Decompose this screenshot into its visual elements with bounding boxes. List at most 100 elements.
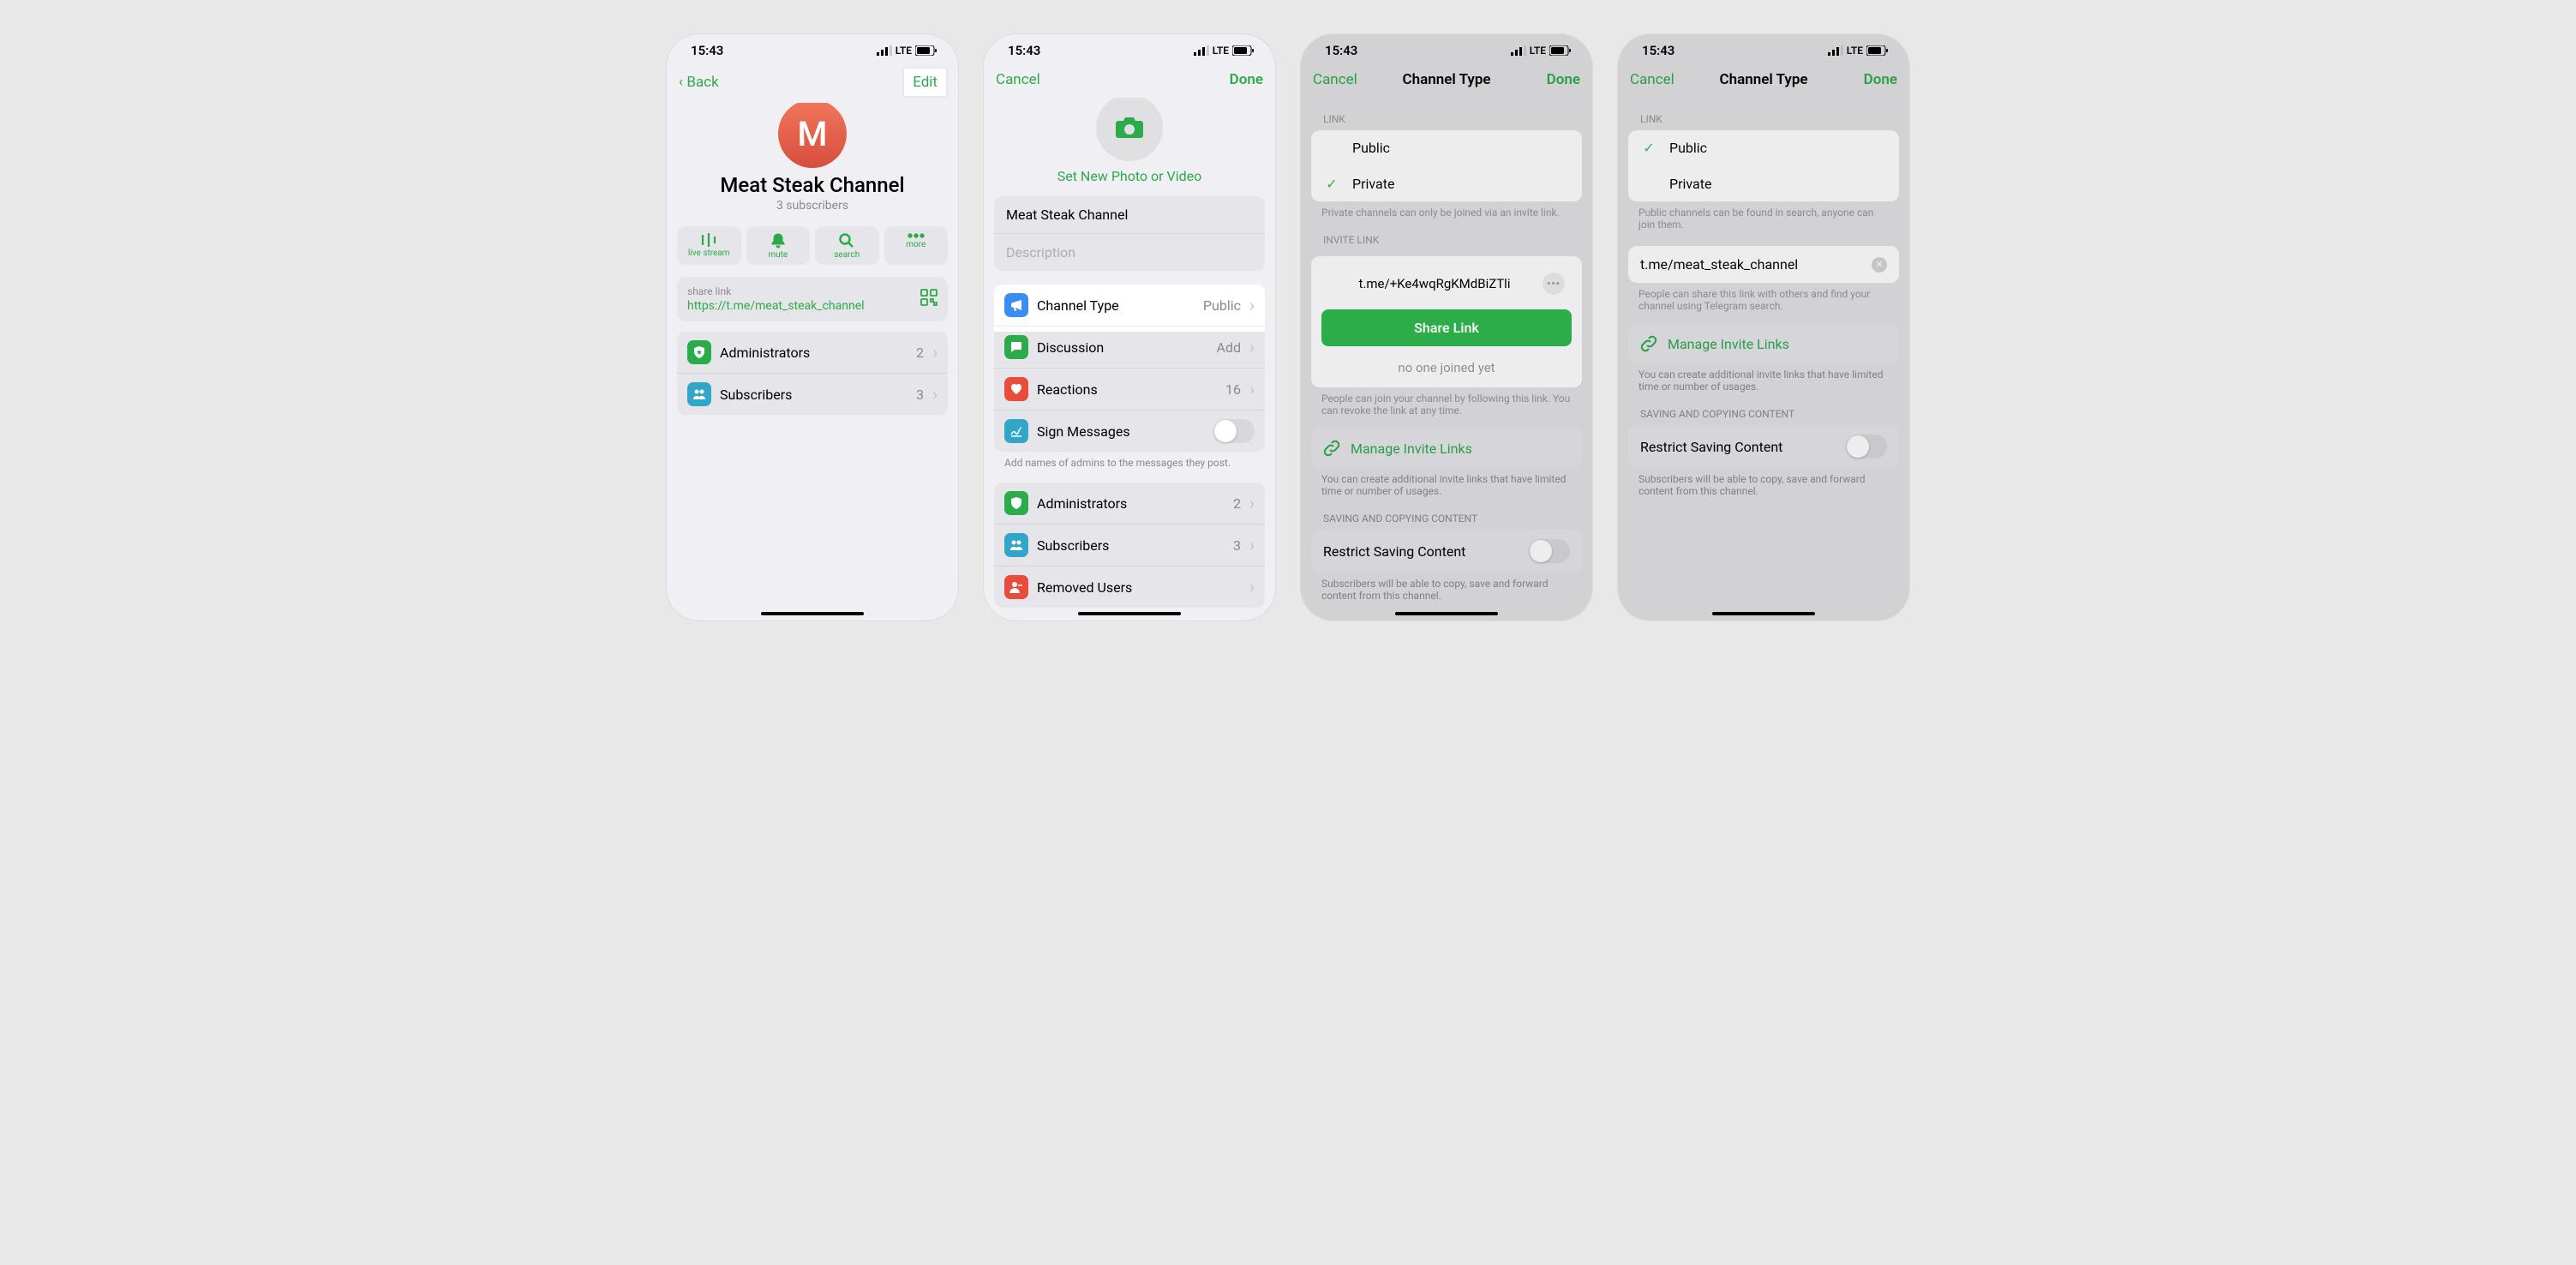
- manage-links-label: Manage Invite Links: [1351, 441, 1472, 457]
- screen-channel-info: 15:43 LTE ‹ Back Edit M Meat Steak Chann…: [667, 34, 958, 621]
- link-type-group: ✓ Public Private: [1628, 130, 1899, 201]
- restrict-saving-toggle[interactable]: [1529, 539, 1570, 563]
- private-option[interactable]: Private: [1628, 166, 1899, 201]
- public-option[interactable]: Public: [1311, 130, 1582, 166]
- invite-link-card: t.me/+Ke4wqRgKMdBiZTli ••• Share Link no…: [1311, 256, 1582, 387]
- public-option[interactable]: ✓ Public: [1628, 130, 1899, 166]
- chevron-right-icon: ›: [1249, 339, 1255, 356]
- network-label: LTE: [1213, 45, 1229, 57]
- status-time: 15:43: [691, 43, 723, 58]
- reactions-row[interactable]: Reactions 16 ›: [994, 369, 1265, 411]
- subscriber-count: 3 subscribers: [667, 199, 958, 213]
- shield-icon: [1004, 491, 1028, 515]
- subscribers-count: 3: [916, 387, 924, 403]
- invite-note: People can join your channel by followin…: [1321, 393, 1572, 417]
- name-field[interactable]: Meat Steak Channel: [994, 196, 1265, 234]
- more-button[interactable]: more: [884, 226, 949, 265]
- manage-note: You can create additional invite links t…: [1638, 369, 1889, 393]
- chevron-right-icon: ›: [1249, 297, 1255, 314]
- invite-section-header: INVITE LINK: [1301, 219, 1592, 251]
- status-indicators: LTE: [1828, 45, 1889, 57]
- back-button[interactable]: ‹ Back: [679, 74, 719, 91]
- public-label: Public: [1669, 140, 1707, 156]
- network-label: LTE: [1530, 45, 1546, 57]
- link-type-group: Public ✓ Private: [1311, 130, 1582, 201]
- chevron-right-icon: ›: [1249, 537, 1255, 554]
- administrators-count: 2: [916, 345, 924, 361]
- removed-users-label: Removed Users: [1037, 579, 1241, 596]
- subscribers-count: 3: [1233, 537, 1241, 554]
- channel-avatar[interactable]: M: [778, 103, 847, 168]
- more-icon: [908, 233, 925, 238]
- subscribers-row[interactable]: Subscribers 3 ›: [994, 525, 1265, 567]
- private-note: Private channels can only be joined via …: [1321, 207, 1572, 219]
- check-icon: ✓: [1323, 176, 1340, 192]
- battery-icon: [915, 45, 938, 56]
- status-time: 15:43: [1008, 43, 1040, 58]
- livestream-label: live stream: [688, 249, 730, 258]
- heart-icon: [1004, 377, 1028, 401]
- status-bar: 15:43 LTE: [667, 34, 958, 63]
- network-label: LTE: [896, 45, 912, 57]
- settings-group: Channel Type Public › Discussion Add › R…: [994, 285, 1265, 452]
- cancel-button[interactable]: Cancel: [1630, 71, 1674, 88]
- restrict-saving-toggle[interactable]: [1846, 435, 1887, 459]
- status-time: 15:43: [1642, 43, 1674, 58]
- status-time: 15:43: [1325, 43, 1357, 58]
- photo-placeholder[interactable]: [1096, 98, 1163, 161]
- restrict-note: Subscribers will be able to copy, save a…: [1638, 473, 1889, 497]
- members-group: Administrators 2 › Subscribers 3 ›: [677, 332, 948, 415]
- channel-type-row[interactable]: Channel Type Public ›: [994, 285, 1265, 327]
- mute-label: mute: [768, 250, 788, 260]
- restrict-saving-label: Restrict Saving Content: [1323, 543, 1465, 560]
- mute-button[interactable]: mute: [746, 226, 811, 265]
- administrators-row[interactable]: Administrators 2 ›: [677, 332, 948, 374]
- saving-section-header: SAVING AND COPYING CONTENT: [1301, 497, 1592, 530]
- sign-messages-row[interactable]: Sign Messages: [994, 411, 1265, 452]
- search-button[interactable]: search: [815, 226, 879, 265]
- reactions-value: 16: [1225, 381, 1241, 398]
- qr-icon[interactable]: [920, 289, 938, 306]
- administrators-row[interactable]: Administrators 2 ›: [994, 483, 1265, 525]
- edit-button[interactable]: Edit: [904, 69, 946, 96]
- done-button[interactable]: Done: [1230, 71, 1263, 88]
- share-link-button[interactable]: Share Link: [1321, 309, 1572, 346]
- status-bar: 15:43 LTE: [1618, 34, 1909, 63]
- livestream-button[interactable]: live stream: [677, 226, 741, 265]
- invite-link-field[interactable]: t.me/+Ke4wqRgKMdBiZTli •••: [1321, 267, 1572, 301]
- invite-link-text: t.me/+Ke4wqRgKMdBiZTli: [1359, 276, 1511, 291]
- set-photo-button[interactable]: Set New Photo or Video: [984, 168, 1275, 184]
- more-label: more: [906, 240, 926, 249]
- chevron-right-icon: ›: [1249, 495, 1255, 512]
- private-option[interactable]: ✓ Private: [1311, 166, 1582, 201]
- manage-invite-links-row[interactable]: Manage Invite Links: [1628, 324, 1899, 363]
- nav-bar: ‹ Back Edit: [667, 63, 958, 103]
- restrict-saving-row[interactable]: Restrict Saving Content: [1628, 425, 1899, 468]
- sign-messages-label: Sign Messages: [1037, 423, 1205, 440]
- subscribers-row[interactable]: Subscribers 3 ›: [677, 374, 948, 415]
- description-field[interactable]: Description: [994, 234, 1265, 271]
- share-link-title: share link: [687, 285, 938, 297]
- cancel-button[interactable]: Cancel: [996, 71, 1040, 88]
- share-link-card[interactable]: share link https://t.me/meat_steak_chann…: [677, 277, 948, 321]
- removed-users-row[interactable]: Removed Users ›: [994, 567, 1265, 608]
- discussion-row[interactable]: Discussion Add ›: [994, 327, 1265, 369]
- search-icon: [839, 233, 854, 249]
- discussion-value: Add: [1217, 339, 1241, 356]
- done-button[interactable]: Done: [1864, 71, 1897, 88]
- sign-messages-toggle[interactable]: [1213, 419, 1255, 443]
- public-url-field[interactable]: t.me/meat_steak_channel ✕: [1628, 246, 1899, 283]
- manage-note: You can create additional invite links t…: [1321, 473, 1572, 497]
- channel-type-value: Public: [1203, 297, 1241, 314]
- chevron-right-icon: ›: [1249, 579, 1255, 596]
- signature-icon: [1004, 419, 1028, 443]
- cancel-button[interactable]: Cancel: [1313, 71, 1357, 88]
- battery-icon: [1549, 45, 1572, 56]
- name-description-group: Meat Steak Channel Description: [994, 196, 1265, 271]
- manage-invite-links-row[interactable]: Manage Invite Links: [1311, 429, 1582, 468]
- done-button[interactable]: Done: [1547, 71, 1580, 88]
- clear-url-button[interactable]: ✕: [1872, 257, 1887, 273]
- link-options-button[interactable]: •••: [1543, 273, 1565, 295]
- megaphone-icon: [1004, 293, 1028, 317]
- restrict-saving-row[interactable]: Restrict Saving Content: [1311, 530, 1582, 573]
